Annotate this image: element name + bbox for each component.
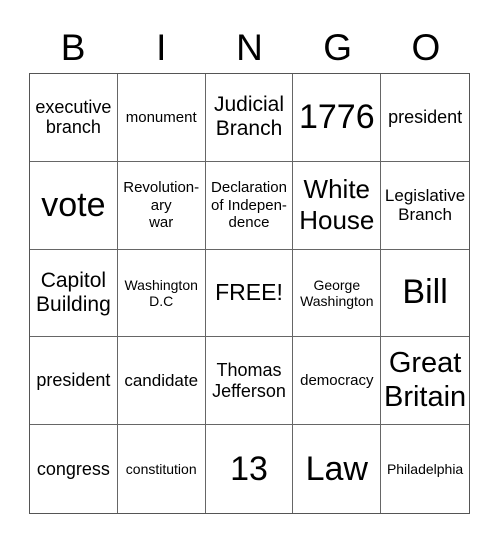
cell-text: vote [41,185,106,224]
cell-text: Law [305,449,368,488]
cell-text: congress [36,458,110,479]
bingo-cell[interactable]: Revolution- ary war [117,161,206,250]
bingo-cell[interactable]: vote [30,161,118,250]
bingo-cell[interactable]: candidate [117,337,206,426]
cell-text: candidate [124,371,199,391]
cell-text: Judicial Branch [213,93,285,141]
bingo-cell[interactable]: Thomas Jefferson [205,337,294,426]
cell-text: George Washington [300,276,374,309]
free-space[interactable]: FREE! [205,249,294,338]
cell-text: president [36,370,111,391]
bingo-cell[interactable]: 1776 [293,74,382,162]
cell-text: Washington D.C [124,276,198,309]
bingo-cell[interactable]: Declaration of Indepen- dence [205,161,294,250]
cell-text: Legislative Branch [384,185,466,225]
cell-text: constitution [125,461,197,478]
cell-text: monument [125,108,197,126]
header-letter-o: O [411,27,441,68]
cell-text: Revolution- ary war [123,179,200,231]
cell-text: 13 [230,449,268,488]
bingo-cell[interactable]: congress [30,425,118,513]
bingo-cell[interactable]: executive branch [30,74,118,162]
cell-text: FREE! [215,279,283,306]
bingo-cell[interactable]: George Washington [293,249,382,338]
cell-text: democracy [300,372,374,390]
cell-text: 1776 [298,97,375,136]
cell-text: Philadelphia [386,461,464,478]
bingo-cell[interactable]: Philadelphia [381,425,469,513]
bingo-cell[interactable]: president [381,74,469,162]
bingo-cell[interactable]: Capitol Building [30,249,118,338]
bingo-cell[interactable]: Washington D.C [117,249,206,338]
bingo-cell[interactable]: White House [293,161,382,250]
bingo-cell[interactable]: monument [117,74,206,162]
bingo-cell[interactable]: president [30,337,118,426]
bingo-cell[interactable]: constitution [118,425,206,513]
bingo-cell[interactable]: 13 [206,425,294,513]
header-letter-n: N [236,27,263,68]
bingo-cell[interactable]: Law [293,425,382,513]
cell-text: executive branch [35,96,112,138]
bingo-cell[interactable]: democracy [293,337,382,426]
cell-text: Declaration of Indepen- dence [211,179,287,231]
cell-text: Thomas Jefferson [212,360,286,401]
bingo-header: B I N G O [29,26,470,70]
header-letter-b: B [60,27,86,68]
bingo-cell[interactable]: Bill [381,250,469,338]
cell-text: Bill [402,273,448,312]
cell-text: White House [299,174,375,236]
cell-text: Capitol Building [36,268,111,316]
cell-text: Great Britain [383,347,467,413]
header-letter-i: I [156,27,167,68]
bingo-cell[interactable]: Great Britain [381,337,469,426]
bingo-cell[interactable]: Judicial Branch [205,74,294,162]
bingo-card: executive branch monument Judicial Branc… [29,73,470,514]
cell-text: president [388,107,463,128]
header-letter-g: G [323,27,353,68]
bingo-cell[interactable]: Legislative Branch [381,162,469,250]
